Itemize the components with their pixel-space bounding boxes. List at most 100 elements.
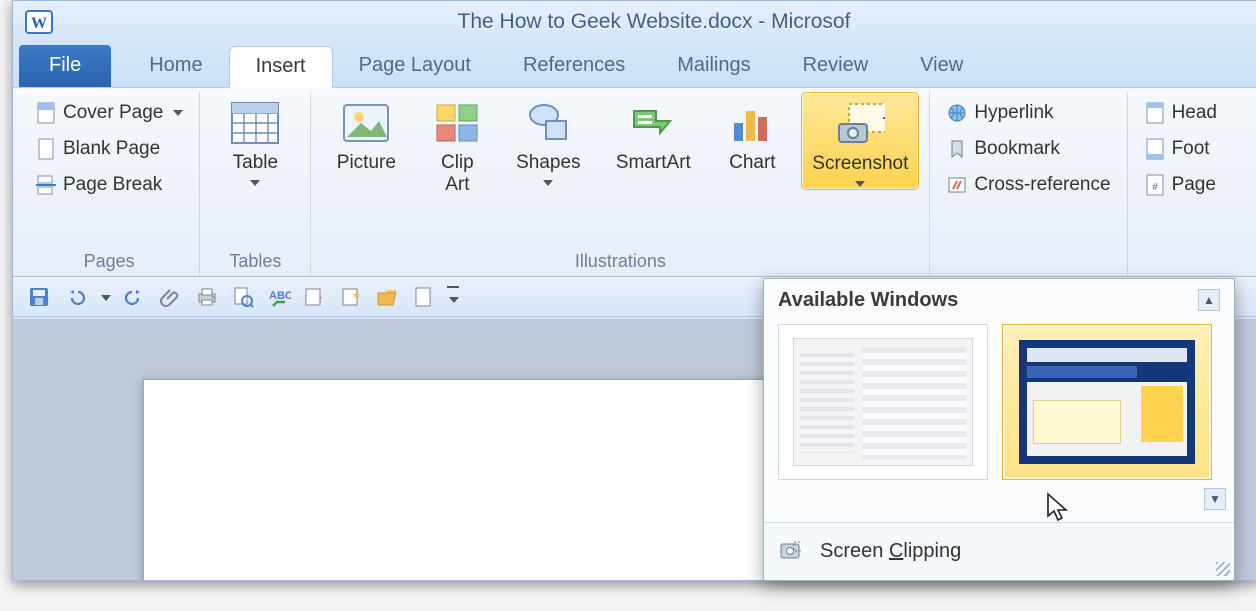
- screenshot-label: Screenshot: [812, 153, 908, 175]
- chart-button[interactable]: Chart: [713, 92, 791, 176]
- word-logo-icon: W: [21, 8, 57, 36]
- print-icon[interactable]: [195, 285, 219, 309]
- screen-clipping-item[interactable]: Screen Clipping: [764, 522, 1234, 580]
- group-pages-label: Pages: [29, 249, 189, 276]
- tab-review[interactable]: Review: [777, 45, 895, 87]
- page-break-button[interactable]: Page Break: [29, 170, 189, 200]
- cross-reference-label: Cross-reference: [974, 174, 1110, 196]
- picture-icon: [341, 98, 391, 148]
- ribbon: Cover Page Blank Page Page Break: [13, 87, 1256, 277]
- dropdown-arrow-icon: [855, 179, 865, 187]
- document-page[interactable]: [143, 379, 783, 580]
- bookmark-icon: [946, 138, 968, 160]
- tab-references[interactable]: References: [497, 45, 651, 87]
- picture-button[interactable]: Picture: [321, 92, 411, 176]
- picture-label: Picture: [337, 152, 396, 174]
- table-button[interactable]: Table: [210, 92, 300, 188]
- bookmark-label: Bookmark: [974, 138, 1060, 160]
- attach-icon[interactable]: [159, 285, 183, 309]
- hyperlink-button[interactable]: Hyperlink: [940, 98, 1116, 128]
- scroll-up-button[interactable]: ▲: [1198, 289, 1220, 311]
- group-tables-label: Tables: [210, 249, 300, 276]
- header-icon: [1144, 102, 1166, 124]
- cover-page-icon: [35, 102, 57, 124]
- mouse-cursor-icon: [1046, 492, 1072, 526]
- screen-clipping-label: Screen Clipping: [820, 540, 961, 563]
- tab-mailings[interactable]: Mailings: [651, 45, 776, 87]
- clip-art-button[interactable]: Clip Art: [421, 92, 493, 198]
- group-header-footer: Head Foot # Page: [1128, 92, 1233, 276]
- resize-grip-icon[interactable]: [1216, 562, 1230, 576]
- group-links-label: [940, 249, 1116, 276]
- clip-art-label: Clip Art: [441, 152, 474, 196]
- edit-icon[interactable]: [303, 285, 327, 309]
- redo-icon[interactable]: [123, 285, 147, 309]
- window-thumbnail-1[interactable]: [778, 324, 988, 480]
- clip-art-icon: [432, 98, 482, 148]
- group-links: Hyperlink Bookmark Cross-reference: [930, 92, 1127, 276]
- blank-page-button[interactable]: Blank Page: [29, 134, 189, 164]
- shapes-label: Shapes: [516, 152, 580, 174]
- group-pages: Cover Page Blank Page Page Break: [19, 92, 200, 276]
- dropdown-arrow-icon: [543, 178, 553, 186]
- available-windows-heading: Available Windows: [778, 289, 958, 312]
- window-title: The How to Geek Website.docx - Microsof: [57, 10, 1251, 34]
- group-illustrations-label: Illustrations: [321, 249, 919, 276]
- tab-file[interactable]: File: [19, 45, 111, 87]
- group-illustrations: Picture Clip Art: [311, 92, 930, 276]
- blank-page-icon: [35, 138, 57, 160]
- scroll-down-button[interactable]: ▼: [1204, 488, 1226, 510]
- smartart-icon: [628, 98, 678, 148]
- dropdown-arrow-icon[interactable]: [99, 288, 111, 305]
- smartart-label: SmartArt: [616, 152, 691, 174]
- shapes-icon: [523, 98, 573, 148]
- header-label: Head: [1172, 102, 1217, 124]
- group-tables: Table Tables: [200, 92, 311, 276]
- save-icon[interactable]: [27, 285, 51, 309]
- tab-home[interactable]: Home: [123, 45, 228, 87]
- hyperlink-label: Hyperlink: [974, 102, 1053, 124]
- cross-reference-icon: [946, 174, 968, 196]
- footer-button[interactable]: Foot: [1138, 134, 1223, 164]
- new-blank-icon[interactable]: [411, 285, 435, 309]
- page-number-button[interactable]: # Page: [1138, 170, 1223, 200]
- undo-icon[interactable]: [63, 285, 87, 309]
- customize-qat-icon[interactable]: [447, 286, 459, 307]
- table-label: Table: [233, 152, 278, 174]
- titlebar: W The How to Geek Website.docx - Microso…: [13, 1, 1256, 43]
- page-break-icon: [35, 174, 57, 196]
- chart-icon: [727, 98, 777, 148]
- page-number-label: Page: [1172, 174, 1216, 196]
- bookmark-button[interactable]: Bookmark: [940, 134, 1116, 164]
- cover-page-button[interactable]: Cover Page: [29, 98, 189, 128]
- blank-page-label: Blank Page: [63, 138, 160, 160]
- tab-view[interactable]: View: [894, 45, 989, 87]
- footer-label: Foot: [1172, 138, 1210, 160]
- screenshot-dropdown-panel: Available Windows ▲ ▼ Screen Clipping: [763, 278, 1235, 581]
- tab-insert[interactable]: Insert: [229, 46, 333, 88]
- hyperlink-icon: [946, 102, 968, 124]
- svg-text:#: #: [1152, 182, 1158, 193]
- new-file-star-icon[interactable]: [339, 285, 363, 309]
- open-folder-icon[interactable]: [375, 285, 399, 309]
- screenshot-button[interactable]: Screenshot: [801, 92, 919, 190]
- table-icon: [230, 98, 280, 148]
- ribbon-tabs: File Home Insert Page Layout References …: [13, 43, 1256, 87]
- cover-page-label: Cover Page: [63, 102, 163, 124]
- smartart-button[interactable]: SmartArt: [603, 92, 703, 176]
- chart-label: Chart: [729, 152, 775, 174]
- header-button[interactable]: Head: [1138, 98, 1223, 128]
- cross-reference-button[interactable]: Cross-reference: [940, 170, 1116, 200]
- svg-text:ABC: ABC: [269, 290, 291, 302]
- print-preview-icon[interactable]: [231, 285, 255, 309]
- page-number-icon: #: [1144, 174, 1166, 196]
- page-break-label: Page Break: [63, 174, 162, 196]
- dropdown-arrow-icon: [169, 102, 183, 124]
- footer-icon: [1144, 138, 1166, 160]
- shapes-button[interactable]: Shapes: [503, 92, 593, 188]
- tab-page-layout[interactable]: Page Layout: [333, 45, 497, 87]
- window-thumbnail-2[interactable]: [1002, 324, 1212, 480]
- screenshot-icon: [835, 99, 885, 149]
- svg-text:W: W: [31, 15, 47, 32]
- spellcheck-icon[interactable]: ABC: [267, 285, 291, 309]
